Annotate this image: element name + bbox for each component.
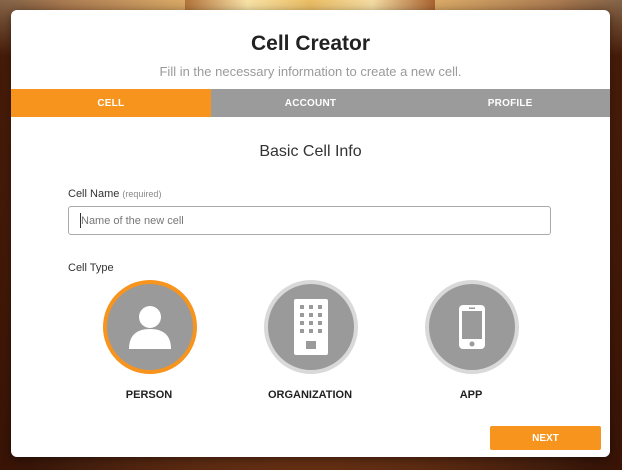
required-note: (required): [122, 189, 162, 199]
tab-account[interactable]: ACCOUNT: [211, 89, 411, 117]
dialog-subtitle: Fill in the necessary information to cre…: [159, 64, 462, 79]
tab-profile[interactable]: PROFILE: [410, 89, 610, 117]
tab-cell[interactable]: CELL: [11, 89, 211, 117]
app-icon-circle: [425, 280, 519, 374]
cell-type-person-label: PERSON: [125, 389, 173, 401]
smartphone-icon: [459, 305, 485, 349]
text-cursor: [80, 213, 81, 228]
cell-type-person-option[interactable]: PERSON: [89, 280, 209, 405]
person-icon: [129, 306, 171, 349]
cell-type-app-label: APP: [459, 389, 483, 401]
cell-type-organization-option[interactable]: ORGANIZATION: [250, 280, 370, 405]
cell-creator-dialog: Cell Creator Fill in the necessary infor…: [11, 10, 610, 457]
cell-type-organization-label: ORGANIZATION: [267, 389, 353, 401]
next-button[interactable]: NEXT: [490, 426, 601, 450]
cell-name-label-text: Cell Name: [68, 188, 120, 200]
cell-name-label: Cell Name (required): [68, 188, 161, 200]
cell-type-label: Cell Type: [68, 262, 114, 274]
section-title: Basic Cell Info: [259, 143, 362, 160]
cell-name-input[interactable]: [68, 206, 551, 235]
wizard-tabs: CELL ACCOUNT PROFILE: [11, 89, 610, 117]
organization-icon-circle: [264, 280, 358, 374]
building-icon: [294, 299, 328, 355]
person-icon-circle: [103, 280, 197, 374]
cell-type-app-option[interactable]: APP: [411, 280, 531, 405]
dialog-title: Cell Creator: [250, 32, 371, 55]
